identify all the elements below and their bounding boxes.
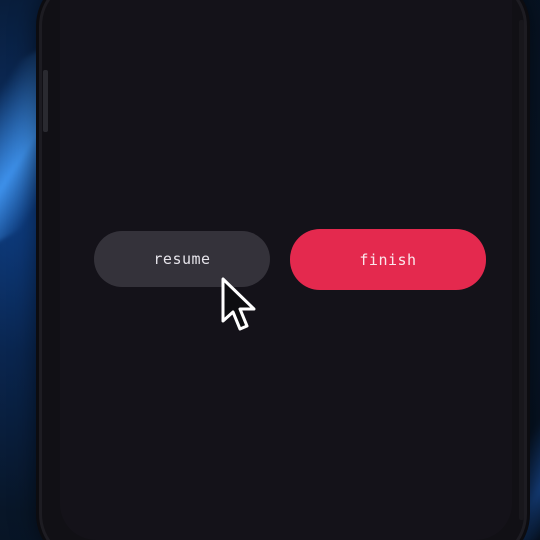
finish-button-label: finish — [359, 250, 417, 269]
desktop-background: resume finish — [0, 0, 540, 540]
phone-right-edge — [519, 20, 524, 520]
finish-button[interactable]: finish — [290, 229, 486, 290]
resume-button-label: resume — [153, 250, 211, 268]
mouse-pointer-icon — [221, 277, 256, 331]
phone-side-button — [43, 70, 48, 132]
